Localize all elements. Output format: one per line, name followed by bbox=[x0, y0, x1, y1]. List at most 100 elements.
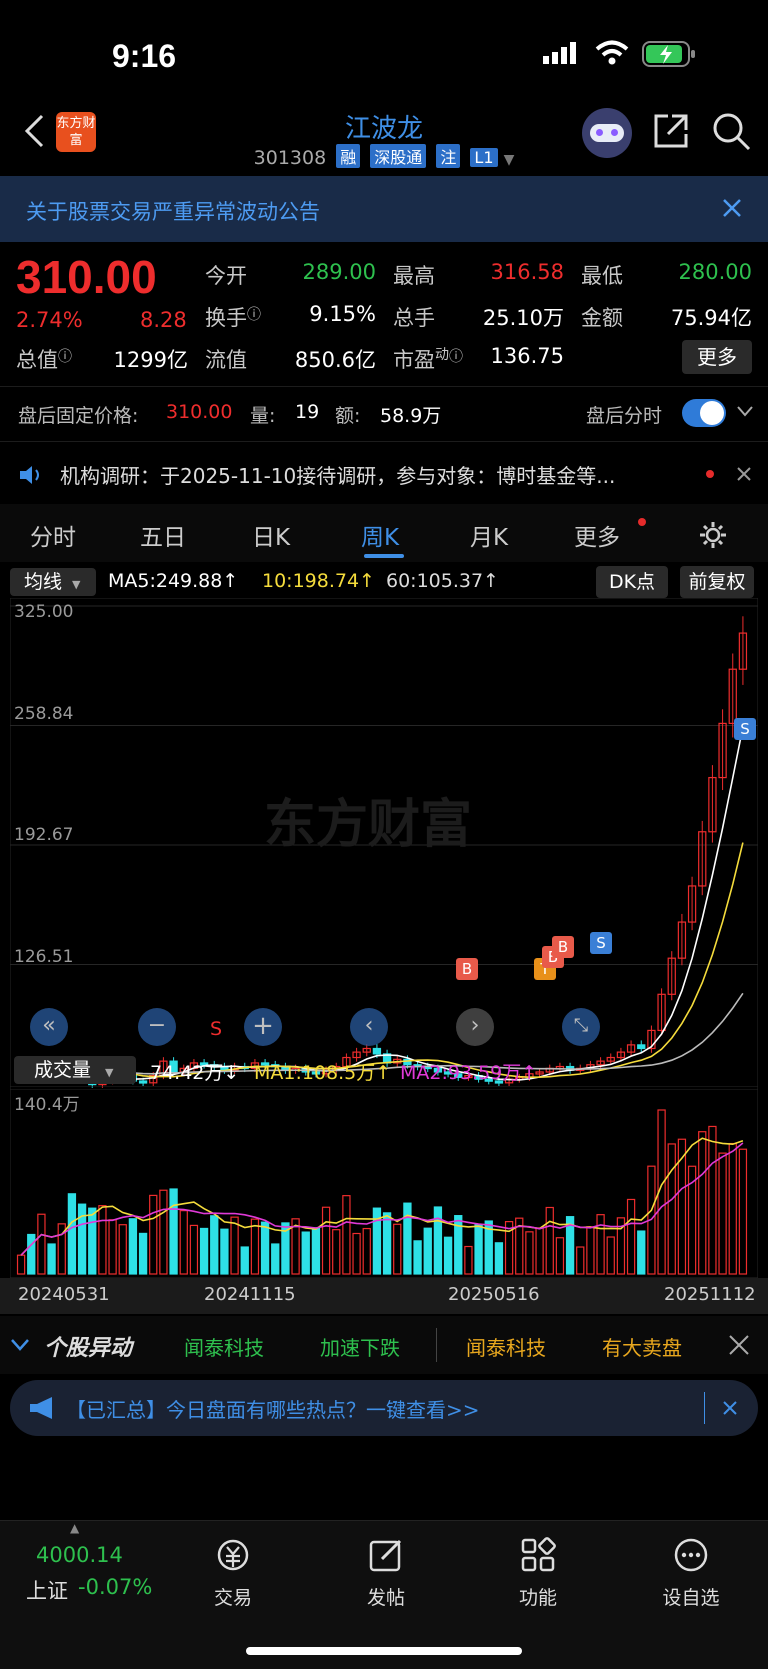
buy-marker[interactable]: B bbox=[456, 958, 478, 980]
volume-bar bbox=[596, 1214, 605, 1275]
volume-bar bbox=[382, 1212, 392, 1275]
volume-selector[interactable]: 成交量 ▼ bbox=[14, 1056, 136, 1084]
stock-alert-bar[interactable]: 个股异动 闻泰科技 加速下跌 闻泰科技 有大卖盘 bbox=[0, 1316, 768, 1374]
expand-up-icon[interactable]: ▲ bbox=[70, 1521, 79, 1535]
volume-bar bbox=[321, 1206, 331, 1275]
after-hours-amt-label: 额: bbox=[335, 405, 361, 427]
index-change[interactable]: -0.07% bbox=[78, 1575, 152, 1599]
volume-bar bbox=[67, 1193, 77, 1275]
volume-bar bbox=[443, 1236, 453, 1275]
volume-bar bbox=[271, 1243, 280, 1275]
volume-bar bbox=[423, 1227, 432, 1275]
scroll-right-icon[interactable]: › bbox=[456, 1008, 494, 1046]
scroll-left-icon[interactable]: ‹ bbox=[350, 1008, 388, 1046]
volume-bar bbox=[189, 1224, 199, 1275]
after-hours-toggle[interactable] bbox=[682, 399, 726, 427]
close-icon[interactable] bbox=[728, 1334, 750, 1356]
nav-post[interactable]: 发帖 bbox=[336, 1537, 436, 1647]
change-amount: 8.28 bbox=[140, 308, 187, 332]
tab-more[interactable]: 更多 bbox=[574, 518, 620, 552]
share-icon[interactable] bbox=[652, 112, 690, 150]
volume-bar bbox=[260, 1221, 270, 1275]
wifi-icon bbox=[595, 40, 629, 65]
chevron-down-icon[interactable] bbox=[10, 1338, 30, 1352]
status-time: 9:16 bbox=[112, 38, 177, 74]
y-tick-3: 192.67 bbox=[14, 825, 74, 845]
sell-marker[interactable]: S bbox=[590, 932, 612, 954]
amount-label: 金额 bbox=[581, 306, 623, 330]
nav-trade[interactable]: 交易 bbox=[183, 1537, 283, 1647]
volume-bar bbox=[738, 1148, 748, 1275]
volume-bar bbox=[128, 1218, 138, 1275]
buy-marker[interactable]: B bbox=[552, 936, 574, 958]
research-text[interactable]: 机构调研：于2025-11-10接待调研，参与对象：博时基金等... bbox=[60, 460, 615, 489]
assistant-avatar-icon[interactable] bbox=[582, 108, 632, 158]
hot-topics-bar[interactable]: 【已汇总】今日盘面有哪些热点？一键查看>> bbox=[10, 1380, 758, 1436]
zoom-out-icon[interactable]: − bbox=[138, 1008, 176, 1046]
low-value: 280.00 bbox=[678, 260, 752, 284]
turnover-value: 9.15% bbox=[309, 302, 376, 326]
volume-bar bbox=[250, 1218, 260, 1275]
alert-item[interactable]: 加速下跌 bbox=[320, 1332, 400, 1361]
nav-label: 功能 bbox=[518, 1587, 557, 1609]
tab-weekly-k[interactable]: 周K bbox=[361, 518, 399, 552]
alert-item[interactable]: 有大卖盘 bbox=[602, 1332, 682, 1361]
ma-selector[interactable]: 均线 ▼ bbox=[10, 568, 96, 596]
alert-item[interactable]: 闻泰科技 bbox=[184, 1332, 264, 1361]
close-icon[interactable] bbox=[722, 198, 742, 218]
announcement-banner[interactable]: 关于股票交易严重异常波动公告 bbox=[0, 176, 768, 242]
index-value[interactable]: 4000.14 bbox=[36, 1543, 123, 1567]
index-name[interactable]: 上证 bbox=[26, 1575, 68, 1605]
gear-icon[interactable] bbox=[698, 520, 728, 550]
kline-chart[interactable]: 均线 ▼ MA5:249.88↑ 10:198.74↑ 60:105.37↑ DK… bbox=[0, 562, 768, 1436]
nav-label: 发帖 bbox=[366, 1587, 405, 1609]
tab-monthly-k[interactable]: 月K bbox=[470, 518, 508, 552]
volume-plot[interactable] bbox=[10, 1086, 758, 1278]
adjust-price-button[interactable]: 前复权 bbox=[680, 566, 754, 598]
float-cap-label: 流值 bbox=[205, 348, 247, 372]
nav-function[interactable]: 功能 bbox=[488, 1537, 588, 1647]
signal-icon bbox=[543, 42, 576, 64]
search-icon[interactable] bbox=[712, 112, 752, 152]
volume-bar bbox=[474, 1224, 483, 1275]
chevron-down-icon[interactable] bbox=[736, 405, 754, 419]
y-tick-2: 258.84 bbox=[14, 704, 74, 724]
close-icon[interactable] bbox=[722, 1400, 738, 1416]
volume-bar bbox=[159, 1189, 168, 1275]
tab-intraday[interactable]: 分时 bbox=[30, 518, 76, 552]
divider bbox=[436, 1328, 437, 1362]
total-cap-label: 总值ⓘ bbox=[16, 348, 72, 372]
volume-bar bbox=[16, 1254, 26, 1275]
more-button[interactable]: 更多 bbox=[682, 340, 752, 374]
volume-max-label: 140.4万 bbox=[14, 1095, 80, 1115]
volume-bar bbox=[88, 1207, 97, 1275]
alert-item[interactable]: 闻泰科技 bbox=[466, 1332, 546, 1361]
volume-bar bbox=[393, 1223, 402, 1275]
volume-label: 总手 bbox=[393, 306, 435, 330]
change-percent: 2.74% bbox=[16, 308, 83, 332]
zoom-in-icon[interactable]: + bbox=[244, 1008, 282, 1046]
sell-marker: S bbox=[210, 1018, 223, 1040]
scroll-far-left-icon[interactable]: « bbox=[30, 1008, 68, 1046]
ma60-value: 60:105.37↑ bbox=[386, 570, 499, 592]
volume-bar bbox=[433, 1206, 443, 1275]
tag-registered: 注 bbox=[436, 144, 461, 168]
hot-topics-text[interactable]: 【已汇总】今日盘面有哪些热点？一键查看>> bbox=[66, 1394, 480, 1423]
nav-watchlist[interactable]: 设自选 bbox=[641, 1537, 741, 1647]
volume-bar bbox=[98, 1205, 107, 1275]
turnover-label: 换手ⓘ bbox=[205, 306, 261, 330]
candle-body bbox=[138, 1080, 148, 1084]
info-icon: ⓘ bbox=[247, 307, 261, 323]
y-tick-max: 325.00 bbox=[14, 602, 74, 622]
close-icon[interactable] bbox=[736, 466, 752, 482]
research-row[interactable]: 机构调研：于2025-11-10接待调研，参与对象：博时基金等... bbox=[0, 446, 768, 502]
open-value: 289.00 bbox=[302, 260, 376, 284]
tab-five-day[interactable]: 五日 bbox=[140, 518, 186, 552]
active-tab-indicator bbox=[364, 554, 404, 558]
dk-point-button[interactable]: DK点 bbox=[596, 566, 668, 598]
compose-icon bbox=[369, 1539, 402, 1572]
fullscreen-icon[interactable]: ⤡ bbox=[562, 1008, 600, 1046]
announcement-text[interactable]: 关于股票交易严重异常波动公告 bbox=[26, 196, 320, 226]
tab-daily-k[interactable]: 日K bbox=[252, 518, 290, 552]
sell-marker[interactable]: S bbox=[734, 718, 756, 740]
